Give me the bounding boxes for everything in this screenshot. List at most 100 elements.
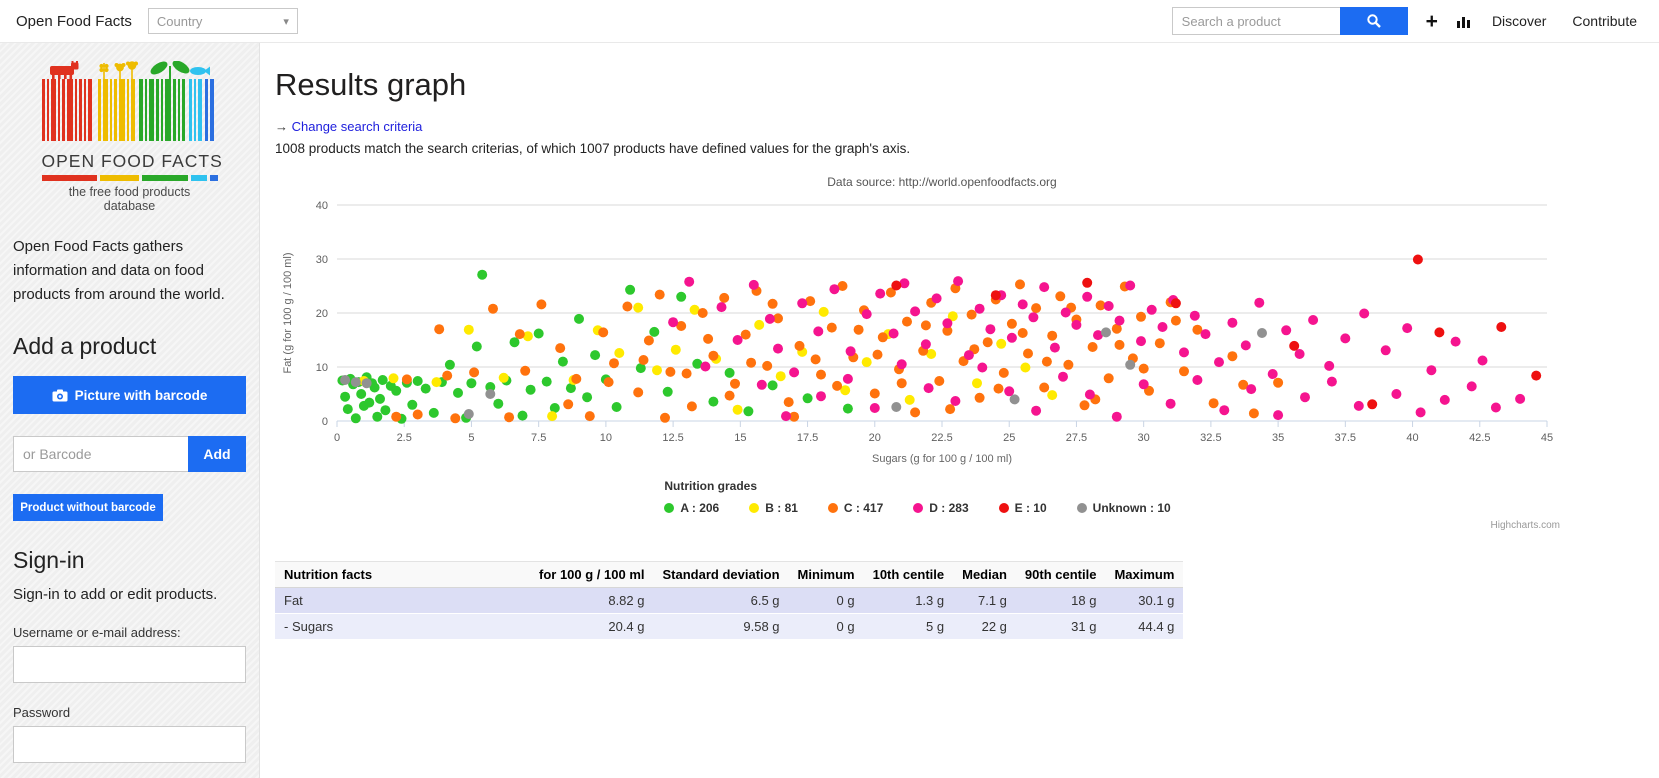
scatter-point[interactable] [897, 378, 907, 388]
scatter-point[interactable] [999, 368, 1009, 378]
scatter-point[interactable] [571, 374, 581, 384]
nav-discover[interactable]: Discover [1486, 13, 1552, 29]
nav-contribute[interactable]: Contribute [1566, 13, 1643, 29]
add-barcode-button[interactable]: Add [188, 436, 246, 472]
scatter-point[interactable] [862, 357, 872, 367]
scatter-point[interactable] [768, 380, 778, 390]
scatter-point[interactable] [1147, 305, 1157, 315]
scatter-point[interactable] [1171, 316, 1181, 326]
scatter-point[interactable] [795, 341, 805, 351]
scatter-point[interactable] [1028, 312, 1038, 322]
scatter-point[interactable] [1082, 278, 1092, 288]
scatter-point[interactable] [1281, 325, 1291, 335]
scatter-point[interactable] [378, 375, 388, 385]
scatter-point[interactable] [555, 343, 565, 353]
scatter-point[interactable] [1136, 336, 1146, 346]
scatter-point[interactable] [1031, 406, 1041, 416]
scatter-point[interactable] [380, 405, 390, 415]
scatter-point[interactable] [614, 348, 624, 358]
scatter-point[interactable] [464, 325, 474, 335]
scatter-point[interactable] [811, 354, 821, 364]
scatter-point[interactable] [708, 351, 718, 361]
scatter-point[interactable] [910, 407, 920, 417]
openfoodfacts-logo[interactable]: OPEN FOOD FACTS the free food products d… [42, 61, 218, 213]
scatter-point[interactable] [717, 302, 727, 312]
scatter-point[interactable] [660, 413, 670, 423]
scatter-point[interactable] [991, 290, 1001, 300]
scatter-point[interactable] [1478, 356, 1488, 366]
scatter-point[interactable] [477, 270, 487, 280]
scatter-point[interactable] [1327, 377, 1337, 387]
scatter-point[interactable] [875, 289, 885, 299]
picture-with-barcode-button[interactable]: Picture with barcode [13, 376, 246, 414]
scatter-point[interactable] [668, 317, 678, 327]
scatter-point[interactable] [1402, 323, 1412, 333]
scatter-point[interactable] [432, 377, 442, 387]
scatter-point[interactable] [1015, 279, 1025, 289]
scatter-point[interactable] [1381, 345, 1391, 355]
scatter-point[interactable] [870, 403, 880, 413]
scatter-point[interactable] [590, 350, 600, 360]
scatter-point[interactable] [1219, 405, 1229, 415]
scatter-point[interactable] [773, 344, 783, 354]
search-button[interactable] [1340, 7, 1408, 35]
scatter-point[interactable] [1039, 383, 1049, 393]
scatter-point[interactable] [1179, 366, 1189, 376]
scatter-point[interactable] [343, 404, 353, 414]
scatter-point[interactable] [1007, 319, 1017, 329]
scatter-point[interactable] [1467, 381, 1477, 391]
scatter-point[interactable] [644, 336, 654, 346]
scatter-point[interactable] [542, 377, 552, 387]
scatter-point[interactable] [391, 386, 401, 396]
scatter-point[interactable] [878, 332, 888, 342]
scatter-point[interactable] [652, 365, 662, 375]
change-search-criteria-link[interactable]: Change search criteria [292, 119, 423, 134]
scatter-point[interactable] [1023, 349, 1033, 359]
legend-item-d[interactable]: D : 283 [913, 501, 968, 515]
scatter-point[interactable] [469, 367, 479, 377]
scatter-point[interactable] [964, 350, 974, 360]
scatter-point[interactable] [819, 307, 829, 317]
scatter-point[interactable] [843, 374, 853, 384]
scatter-point[interactable] [1391, 389, 1401, 399]
scatter-point[interactable] [351, 377, 361, 387]
scatter-point[interactable] [472, 342, 482, 352]
scatter-point[interactable] [870, 389, 880, 399]
graph-icon[interactable] [1456, 14, 1472, 28]
scatter-point[interactable] [1241, 340, 1251, 350]
scatter-point[interactable] [1155, 338, 1165, 348]
scatter-point[interactable] [1018, 299, 1028, 309]
scatter-point[interactable] [1158, 322, 1168, 332]
scatter-point[interactable] [1039, 282, 1049, 292]
scatter-point[interactable] [1440, 395, 1450, 405]
scatter-point[interactable] [1047, 331, 1057, 341]
scatter-point[interactable] [1434, 327, 1444, 337]
scatter-point[interactable] [598, 327, 608, 337]
scatter-point[interactable] [776, 371, 786, 381]
scatter-point[interactable] [488, 304, 498, 314]
scatter-point[interactable] [485, 389, 495, 399]
scatter-point[interactable] [1367, 399, 1377, 409]
legend-item-unknown[interactable]: Unknown : 10 [1077, 501, 1171, 515]
scatter-point[interactable] [975, 393, 985, 403]
scatter-point[interactable] [1531, 371, 1541, 381]
scatter-point[interactable] [1047, 390, 1057, 400]
scatter-point[interactable] [921, 320, 931, 330]
scatter-point[interactable] [684, 277, 694, 287]
scatter-point[interactable] [730, 379, 740, 389]
scatter-point[interactable] [1257, 328, 1267, 338]
scatter-point[interactable] [975, 304, 985, 314]
scatter-point[interactable] [1201, 329, 1211, 339]
scatter-point[interactable] [1085, 390, 1095, 400]
scatter-point[interactable] [351, 413, 361, 423]
scatter-point[interactable] [977, 363, 987, 373]
scatter-point[interactable] [609, 358, 619, 368]
scatter-point[interactable] [655, 290, 665, 300]
scatter-point[interactable] [910, 306, 920, 316]
scatter-point[interactable] [558, 357, 568, 367]
scatter-point[interactable] [983, 337, 993, 347]
add-product-icon[interactable]: + [1422, 11, 1442, 32]
legend-item-a[interactable]: A : 206 [664, 501, 719, 515]
scatter-point[interactable] [725, 391, 735, 401]
scatter-point[interactable] [1104, 301, 1114, 311]
